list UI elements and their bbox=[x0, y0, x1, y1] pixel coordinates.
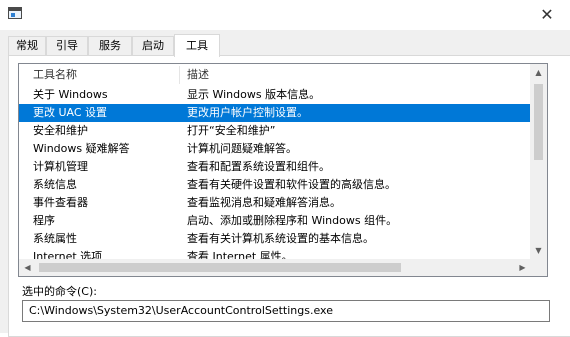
scroll-right-icon[interactable]: ▶ bbox=[514, 259, 531, 276]
list-item-selected[interactable]: 更改 UAC 设置 更改用户帐户控制设置。 bbox=[19, 104, 531, 122]
title-bar: ✕ bbox=[0, 0, 570, 30]
list-item[interactable]: 事件查看器 查看监视消息和疑难解答消息。 bbox=[19, 194, 531, 212]
selected-command-field[interactable]: C:\Windows\System32\UserAccountControlSe… bbox=[22, 300, 550, 322]
vertical-scroll-thumb[interactable] bbox=[534, 84, 543, 160]
tool-name: 事件查看器 bbox=[33, 196, 88, 209]
list-item[interactable]: 程序 启动、添加或删除程序和 Windows 组件。 bbox=[19, 212, 531, 230]
list-item[interactable]: 系统信息 查看有关硬件设置和软件设置的高级信息。 bbox=[19, 176, 531, 194]
list-item[interactable]: 系统属性 查看有关计算机系统设置的基本信息。 bbox=[19, 230, 531, 248]
scroll-left-icon[interactable]: ◀ bbox=[19, 259, 36, 276]
tool-description: 更改用户帐户控制设置。 bbox=[187, 106, 308, 119]
tool-description: 打开“安全和维护” bbox=[187, 124, 276, 137]
tool-name: 安全和维护 bbox=[33, 124, 88, 137]
close-button[interactable]: ✕ bbox=[524, 0, 570, 30]
tab-services[interactable]: 服务 bbox=[88, 36, 132, 56]
horizontal-scrollbar[interactable]: ◀ ▶ bbox=[19, 259, 531, 276]
scroll-down-icon[interactable]: ▼ bbox=[530, 242, 547, 259]
horizontal-scroll-thumb[interactable] bbox=[39, 263, 401, 272]
list-header: 工具名称 描述 bbox=[19, 64, 531, 86]
tool-name: 计算机管理 bbox=[33, 160, 88, 173]
dialog-client-area: 常规 引导 服务 启动 工具 工具名称 描述 关于 Windows 显示 Win… bbox=[0, 30, 570, 337]
list-item[interactable]: 关于 Windows 显示 Windows 版本信息。 bbox=[19, 86, 531, 104]
msconfig-window-icon bbox=[8, 7, 22, 19]
selected-command-label: 选中的命令(C): bbox=[22, 285, 97, 298]
list-item[interactable]: Windows 疑难解答 计算机问题疑难解答。 bbox=[19, 140, 531, 158]
tab-tools[interactable]: 工具 bbox=[174, 34, 220, 57]
column-header-description[interactable]: 描述 bbox=[179, 64, 519, 86]
tab-bar: 常规 引导 服务 启动 工具 bbox=[8, 34, 568, 57]
tool-name: 更改 UAC 设置 bbox=[33, 106, 108, 119]
scrollbar-corner bbox=[530, 259, 547, 276]
tool-description: 查看和配置系统设置和组件。 bbox=[187, 160, 330, 173]
tool-description: 显示 Windows 版本信息。 bbox=[187, 88, 321, 101]
tool-name: 关于 Windows bbox=[33, 88, 108, 101]
tool-description: 查看监视消息和疑难解答消息。 bbox=[187, 196, 341, 209]
column-header-tool-name[interactable]: 工具名称 bbox=[25, 64, 177, 86]
tools-list[interactable]: 工具名称 描述 关于 Windows 显示 Windows 版本信息。 更改 U… bbox=[18, 63, 548, 277]
tool-description: 查看有关计算机系统设置的基本信息。 bbox=[187, 232, 374, 245]
tab-startup[interactable]: 启动 bbox=[132, 36, 174, 56]
tool-description: 启动、添加或删除程序和 Windows 组件。 bbox=[187, 214, 398, 227]
tool-name: 系统属性 bbox=[33, 232, 77, 245]
scroll-up-icon[interactable]: ▲ bbox=[530, 64, 547, 81]
tab-general[interactable]: 常规 bbox=[8, 36, 46, 56]
tool-name: 程序 bbox=[33, 214, 55, 227]
tool-name: Windows 疑难解答 bbox=[33, 142, 130, 155]
tab-boot[interactable]: 引导 bbox=[46, 36, 88, 56]
list-item[interactable]: 计算机管理 查看和配置系统设置和组件。 bbox=[19, 158, 531, 176]
tool-name: 系统信息 bbox=[33, 178, 77, 191]
tool-description: 计算机问题疑难解答。 bbox=[187, 142, 297, 155]
list-item[interactable]: 安全和维护 打开“安全和维护” bbox=[19, 122, 531, 140]
tool-description: 查看有关硬件设置和软件设置的高级信息。 bbox=[187, 178, 396, 191]
vertical-scrollbar[interactable]: ▲ ▼ bbox=[530, 64, 547, 259]
